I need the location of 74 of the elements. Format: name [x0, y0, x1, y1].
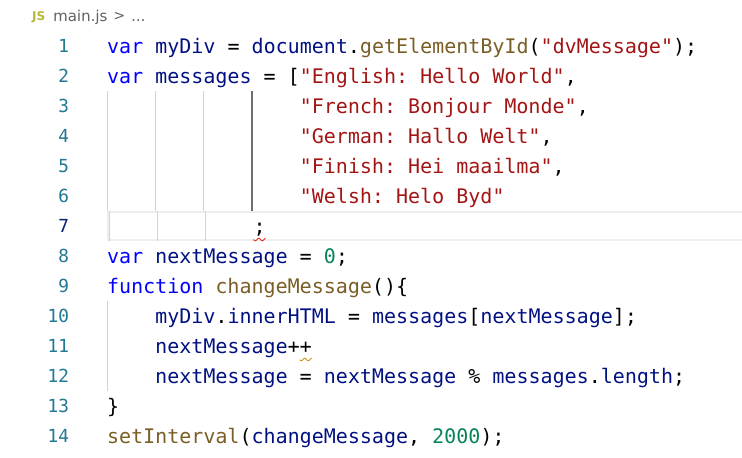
code-token: changeMessage: [252, 424, 408, 448]
javascript-file-icon: JS: [32, 8, 46, 22]
code-token: messages: [155, 64, 252, 88]
code-token: nextMessage: [155, 244, 288, 268]
code-token: var: [107, 64, 144, 88]
code-token: =: [348, 304, 361, 328]
code-token: [: [468, 304, 480, 328]
code-token: ];: [612, 304, 637, 328]
code-token: (){: [372, 274, 408, 298]
code-token: ,: [540, 124, 553, 148]
line-number: 11: [47, 336, 69, 356]
code-token: ,: [564, 64, 577, 88]
code-token: .: [215, 304, 228, 328]
code-token: var: [107, 244, 144, 268]
code-token: getElementById: [360, 34, 528, 58]
code-token: +: [300, 334, 312, 358]
code-token: 2000: [432, 424, 480, 448]
line-number: 1: [58, 36, 69, 56]
code-token: messages: [372, 304, 468, 328]
line-number: 5: [58, 156, 69, 176]
code-token: ;: [336, 244, 348, 268]
code-token: nextMessage: [155, 334, 288, 358]
code-token: =: [300, 364, 313, 388]
line-number: 12: [47, 366, 69, 386]
breadcrumb-separator: >: [113, 8, 126, 24]
line-number: 2: [58, 66, 69, 86]
code-token: ;: [254, 214, 266, 238]
code-token: =: [227, 34, 240, 58]
line-number: 10: [47, 306, 69, 326]
line-number: 4: [58, 126, 69, 146]
code-token: %: [468, 364, 482, 388]
line-number: 14: [47, 426, 69, 446]
code-token: document: [252, 34, 348, 58]
code-token: (: [528, 34, 541, 58]
code-token: "French: Bonjour Monde": [300, 94, 577, 118]
line-number: 9: [58, 276, 69, 296]
breadcrumb-file[interactable]: main.js: [53, 6, 108, 24]
code-token: ;: [672, 364, 686, 388]
line-number: 3: [58, 96, 69, 116]
code-token: );: [672, 34, 698, 58]
code-token: messages: [492, 364, 589, 388]
code-token: .: [348, 34, 360, 58]
code-token: innerHTML: [227, 304, 336, 328]
code-token: ,: [408, 424, 422, 448]
code-token: function: [107, 274, 204, 298]
code-token: +: [288, 334, 300, 358]
code-token: 0: [324, 244, 336, 268]
line-number: 8: [58, 246, 69, 266]
line-number: 13: [47, 396, 69, 416]
code-token: "German: Hallo Welt": [300, 124, 540, 148]
code-token: "Welsh: Helo Byd": [300, 184, 504, 208]
code-token: length: [600, 364, 673, 388]
code-token: "English: Hello World": [300, 64, 565, 88]
line-number: 7: [58, 216, 69, 236]
code-token: }: [107, 394, 120, 418]
code-token: =: [300, 244, 313, 268]
code-token: myDiv: [155, 304, 216, 328]
code-token: ,: [576, 94, 589, 118]
code-token: nextMessage: [324, 364, 456, 388]
code-token: ,: [552, 154, 565, 178]
breadcrumb-symbols[interactable]: ...: [131, 6, 146, 24]
code-token: "dvMessage": [540, 34, 673, 58]
code-token: );: [480, 424, 504, 448]
code-token: nextMessage: [480, 304, 613, 328]
code-token: nextMessage: [155, 364, 288, 388]
code-token: (: [239, 424, 252, 448]
line-number: 6: [58, 186, 69, 206]
code-token: = [: [264, 64, 300, 88]
code-token: myDiv: [155, 34, 216, 58]
code-token: changeMessage: [215, 274, 372, 298]
code-token: var: [107, 34, 144, 58]
code-token: .: [588, 364, 601, 388]
code-token: setInterval: [107, 424, 240, 448]
code-token: "Finish: Hei maailma": [300, 154, 553, 178]
